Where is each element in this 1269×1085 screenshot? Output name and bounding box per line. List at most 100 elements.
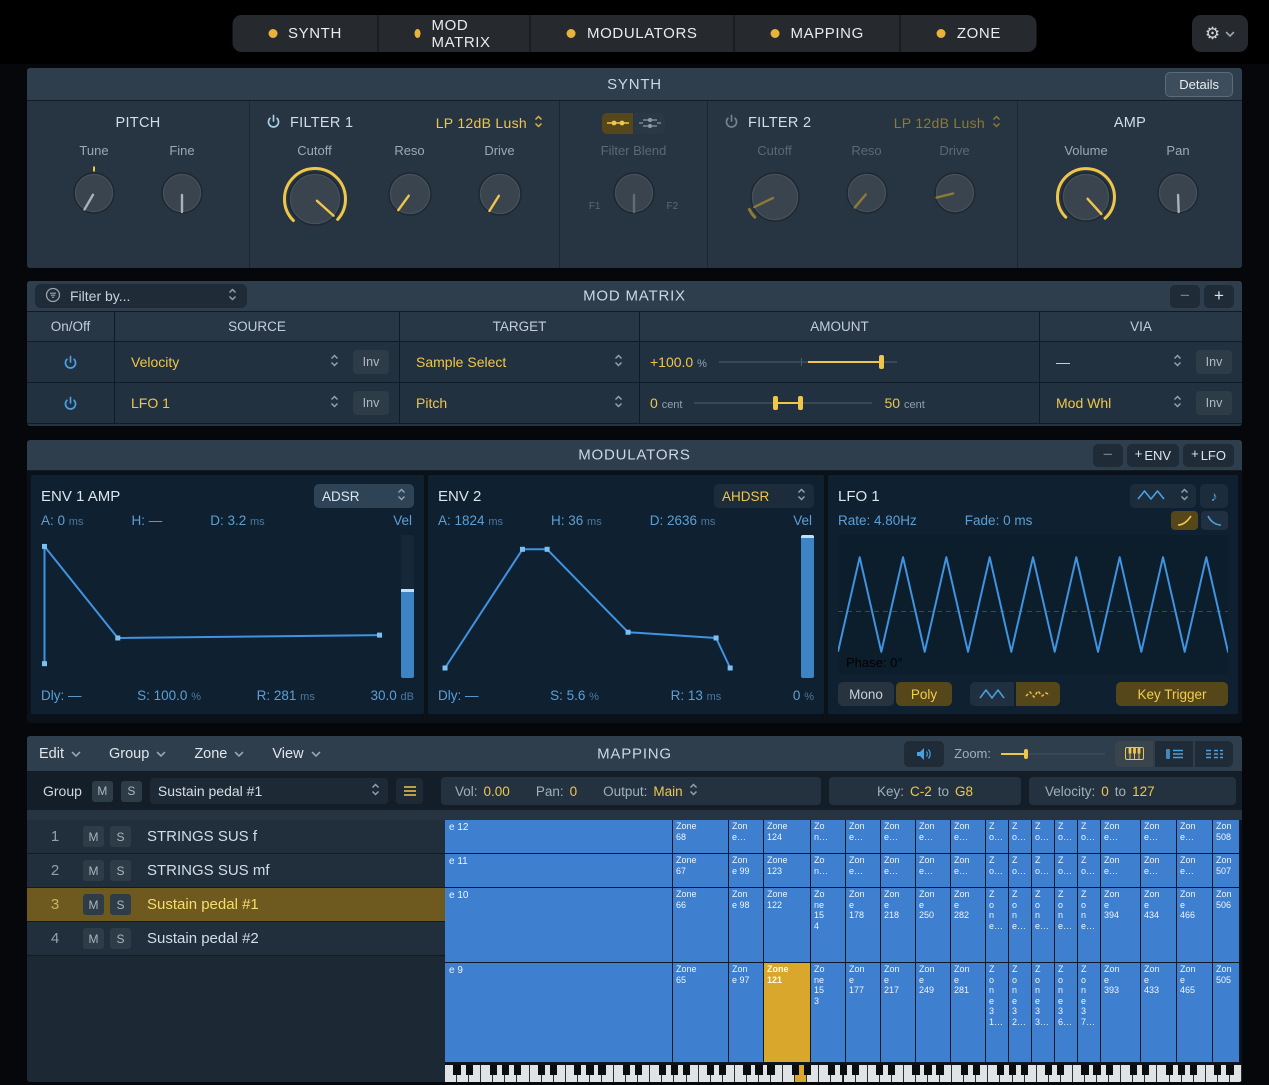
mute-button[interactable]: M xyxy=(83,894,104,915)
add-lfo-button[interactable]: +LFO xyxy=(1183,444,1234,467)
reso1-knob[interactable] xyxy=(382,166,438,222)
piano-key-black[interactable] xyxy=(514,1065,521,1075)
zone-cell[interactable]: Z o… xyxy=(1009,854,1032,888)
zone-cell[interactable]: Zone 66 xyxy=(673,888,729,963)
zone-cell[interactable]: Zon e… xyxy=(881,820,916,854)
zone-cell[interactable]: Zon e 282 xyxy=(951,888,986,963)
cutoff1-knob[interactable] xyxy=(282,166,348,232)
zone-cell[interactable]: Z o… xyxy=(1055,820,1078,854)
solo-button[interactable]: S xyxy=(110,928,131,949)
piano-key-black[interactable] xyxy=(1214,1065,1221,1075)
piano-key-black[interactable] xyxy=(623,1065,630,1075)
piano-key-black[interactable] xyxy=(912,1065,919,1075)
row1-power-button[interactable] xyxy=(63,355,78,370)
zone-cell[interactable]: Zon e… xyxy=(1141,820,1177,854)
zone-cell[interactable]: Zone 68 xyxy=(673,820,729,854)
zoom-slider[interactable] xyxy=(1001,747,1105,761)
settings-button[interactable]: ⚙ xyxy=(1192,15,1248,52)
details-button[interactable]: Details xyxy=(1165,72,1233,97)
zone-cell[interactable]: Zon e… xyxy=(951,820,986,854)
zone-cell[interactable]: Zon e 249 xyxy=(916,963,951,1063)
zone-cell[interactable]: Zon e 393 xyxy=(1101,963,1141,1063)
tab-mod-matrix[interactable]: MOD MATRIX xyxy=(379,15,531,52)
zone-cell[interactable]: Zon e 281 xyxy=(951,963,986,1063)
mute-button[interactable]: M xyxy=(83,928,104,949)
lfo-shape-b-button[interactable] xyxy=(1016,682,1060,706)
piano-key-black[interactable] xyxy=(538,1065,545,1075)
env2-mode-dropdown[interactable]: AHDSR xyxy=(714,484,814,508)
drive2-knob[interactable] xyxy=(928,166,982,220)
piano-key-black[interactable] xyxy=(550,1065,557,1075)
fade-in-button[interactable] xyxy=(1171,511,1198,530)
lfo-shape-a-button[interactable] xyxy=(970,682,1014,706)
zone-cell[interactable]: Zon e… xyxy=(846,854,881,888)
piano-key-black[interactable] xyxy=(502,1065,509,1075)
filter2-type-dropdown[interactable]: LP 12dB Lush xyxy=(894,114,1001,132)
zone-cell[interactable]: Zon e… xyxy=(1177,820,1213,854)
zone-cell[interactable]: Z o n e… xyxy=(1009,888,1032,963)
row1-source-dropdown[interactable]: Velocity xyxy=(125,349,345,375)
zone-cell[interactable]: Z o n e 3 7… xyxy=(1078,963,1101,1063)
piano-key-black[interactable] xyxy=(804,1065,811,1075)
zone-cell[interactable]: Zon 507 xyxy=(1213,854,1240,888)
row2-via-dropdown[interactable]: Mod Whl xyxy=(1050,390,1188,416)
row1-target-dropdown[interactable]: Sample Select xyxy=(410,349,629,375)
zone-cell[interactable]: Zon 508 xyxy=(1213,820,1240,854)
zone-cell[interactable]: Zo n… xyxy=(811,854,846,888)
zone-cell[interactable]: Zon e 98 xyxy=(729,888,764,963)
group-solo-button[interactable]: S xyxy=(121,781,142,802)
zone-cell[interactable]: Zon e… xyxy=(916,820,951,854)
lfo-waveform-display[interactable]: Phase: 0° xyxy=(838,535,1228,674)
zone-cell[interactable]: Zon e 433 xyxy=(1141,963,1177,1063)
group-pan[interactable]: Pan:0 xyxy=(536,784,577,799)
zone-cell[interactable]: e 12 xyxy=(445,820,673,854)
zoom-handle[interactable] xyxy=(1024,749,1028,759)
slider-handle[interactable] xyxy=(879,355,884,369)
zone-cell[interactable]: Zon e… xyxy=(1101,854,1141,888)
zone-cell[interactable]: Z o n e 3 2… xyxy=(1009,963,1032,1063)
group-velocity-range-box[interactable]: Velocity:0to127 xyxy=(1029,777,1236,805)
zone-cell[interactable]: Z o… xyxy=(1055,854,1078,888)
zone-cell[interactable]: Zon e 465 xyxy=(1177,963,1213,1063)
group-list-button[interactable] xyxy=(396,778,423,804)
remove-modulator-button[interactable]: − xyxy=(1093,444,1123,467)
piano-key-black[interactable] xyxy=(1226,1065,1233,1075)
zone-cell[interactable]: Zon e 434 xyxy=(1141,888,1177,963)
zone-cell[interactable]: Z o n e… xyxy=(1078,888,1101,963)
zone-cell[interactable]: Zon e 97 xyxy=(729,963,764,1063)
zone-cell[interactable]: Zon e… xyxy=(1141,854,1177,888)
zone-cell[interactable]: Z o n e 3 6… xyxy=(1055,963,1078,1063)
piano-key-black[interactable] xyxy=(1045,1065,1052,1075)
zone-cell-selected[interactable]: Zone 121 xyxy=(764,963,811,1063)
zone-cell[interactable]: Z o n e 3 1… xyxy=(986,963,1009,1063)
zone-cell[interactable]: Zon e… xyxy=(729,820,764,854)
row1-via-dropdown[interactable]: — xyxy=(1050,349,1188,375)
piano-key-black[interactable] xyxy=(586,1065,593,1075)
row2-amount-slider[interactable] xyxy=(694,396,872,410)
zone-cell[interactable]: Zon 505 xyxy=(1213,963,1240,1063)
mute-button[interactable]: M xyxy=(83,860,104,881)
zone-cell[interactable]: Zon e… xyxy=(1177,854,1213,888)
piano-key-black[interactable] xyxy=(707,1065,714,1075)
piano-key-black[interactable] xyxy=(1166,1065,1173,1075)
zone-cell[interactable]: Z o… xyxy=(986,820,1009,854)
piano-key-black[interactable] xyxy=(671,1065,678,1075)
key-trigger-button[interactable]: Key Trigger xyxy=(1116,682,1228,706)
piano-key-black[interactable] xyxy=(1178,1065,1185,1075)
group-output-dropdown[interactable]: Output:Main xyxy=(603,782,698,800)
drive1-knob[interactable] xyxy=(472,166,528,222)
piano-key-black[interactable] xyxy=(1093,1065,1100,1075)
solo-button[interactable]: S xyxy=(110,860,131,881)
tab-mapping[interactable]: MAPPING xyxy=(734,15,900,52)
row1-via-invert-button[interactable]: Inv xyxy=(1196,350,1232,374)
view-menu[interactable]: View xyxy=(272,746,320,762)
filter1-type-dropdown[interactable]: LP 12dB Lush xyxy=(436,114,543,132)
zone-menu[interactable]: Zone xyxy=(194,746,244,762)
piano-key-black[interactable] xyxy=(466,1065,473,1075)
zone-cell[interactable]: Zon e 250 xyxy=(916,888,951,963)
zone-cell[interactable]: Z o… xyxy=(1078,854,1101,888)
mono-button[interactable]: Mono xyxy=(838,682,894,706)
group-row[interactable]: 2MSSTRINGS SUS mf xyxy=(27,854,445,888)
group-select-dropdown[interactable]: Sustain pedal #1 xyxy=(150,778,388,804)
zone-cell[interactable]: Z o… xyxy=(1032,820,1055,854)
